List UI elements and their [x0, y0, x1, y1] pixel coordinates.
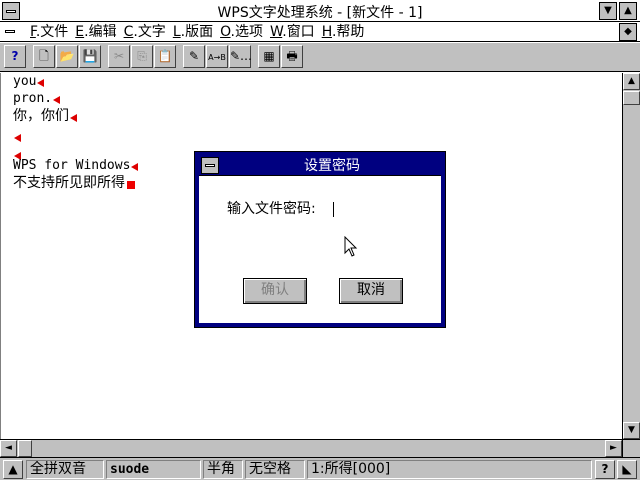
- set-password-dialog: 设置密码 输入文件密码: 确认 取消: [194, 151, 446, 328]
- menu-file[interactable]: F.文件: [30, 23, 75, 41]
- password-prompt-label: 输入文件密码:: [227, 201, 316, 217]
- cut-tool-icon: ✂: [113, 49, 125, 63]
- dialog-title-bar: 设置密码: [199, 156, 441, 176]
- menu-help[interactable]: H.帮助: [322, 23, 372, 41]
- paragraph-mark-icon: [131, 163, 139, 171]
- help-tool[interactable]: ?: [4, 45, 26, 68]
- password-input[interactable]: [331, 200, 411, 218]
- copy-tool[interactable]: ⎘: [131, 45, 153, 68]
- find-tool-icon: ✎: [188, 49, 200, 63]
- vertical-scroll-thumb[interactable]: [623, 91, 640, 105]
- new-file-tool-icon: 🗋: [39, 49, 49, 63]
- print-tool[interactable]: 🖶: [281, 45, 303, 68]
- scroll-down-button[interactable]: ▼: [623, 422, 640, 439]
- status-help-button[interactable]: ?: [595, 460, 615, 479]
- minimize-button[interactable]: ▼: [599, 2, 617, 20]
- menu-window[interactable]: W.窗口: [270, 23, 322, 41]
- save-file-tool[interactable]: 💾: [79, 45, 101, 68]
- menu-edit[interactable]: E.编辑: [75, 23, 123, 41]
- print-tool-icon: 🖶: [286, 49, 298, 63]
- find-tool[interactable]: ✎: [183, 45, 205, 68]
- text-caret: [333, 202, 334, 217]
- cut-tool[interactable]: ✂: [108, 45, 130, 68]
- maximize-button[interactable]: ▲: [619, 2, 637, 20]
- scrollbar-corner: [622, 439, 640, 457]
- mouse-pointer-icon: [344, 236, 358, 257]
- status-bar: ▲ 全拼双音 suode 半角 无空格 1:所得[000] ? ◣: [0, 457, 640, 480]
- calculator-tool[interactable]: ▦: [258, 45, 280, 68]
- find-next-tool[interactable]: ✎…: [229, 45, 253, 68]
- paragraph-mark-icon: [70, 114, 77, 122]
- save-file-tool-icon: 💾: [82, 49, 98, 63]
- scroll-left-button[interactable]: ◄: [0, 440, 17, 457]
- menu-bar: F.文件 E.编辑 C.文字 L.版面 O.选项 W.窗口 H.帮助 ◆: [0, 22, 640, 42]
- replace-tool[interactable]: A→B: [206, 45, 228, 68]
- space-mode-status[interactable]: 无空格: [245, 460, 305, 479]
- scroll-right-button[interactable]: ►: [605, 440, 622, 457]
- document-line: [13, 128, 21, 144]
- title-bar: WPS文字处理系统 - [新文件 - 1] ▼ ▲: [0, 0, 640, 22]
- open-file-tool[interactable]: 📂: [56, 45, 78, 68]
- paste-tool-icon: 📋: [157, 49, 173, 63]
- dialog-system-menu-icon[interactable]: [201, 157, 219, 174]
- copy-tool-icon: ⎘: [137, 49, 147, 63]
- window-title: WPS文字处理系统 - [新文件 - 1]: [217, 5, 423, 21]
- calculator-tool-icon: ▦: [263, 49, 275, 63]
- end-of-document-mark-icon: [127, 181, 135, 189]
- replace-tool-icon: A→B: [208, 53, 226, 62]
- document-line: pron.: [13, 91, 61, 107]
- horizontal-scroll-thumb[interactable]: [18, 440, 32, 457]
- candidate-status: 1:所得[000]: [307, 460, 592, 479]
- paragraph-mark-icon: [53, 96, 61, 104]
- paste-tool[interactable]: 📋: [154, 45, 176, 68]
- document-line: WPS for Windows: [13, 158, 139, 174]
- new-file-tool[interactable]: 🗋: [33, 45, 55, 68]
- menu-text[interactable]: C.文字: [124, 23, 173, 41]
- horizontal-scrollbar[interactable]: ◄ ►: [0, 439, 622, 457]
- menu-layout[interactable]: L.版面: [173, 23, 220, 41]
- paragraph-mark-icon: [37, 79, 45, 87]
- status-arrow-icon[interactable]: ◣: [617, 460, 637, 479]
- input-method-status[interactable]: 全拼双音: [26, 460, 104, 479]
- help-tool-icon: ?: [11, 49, 19, 63]
- document-system-menu-icon[interactable]: [2, 24, 18, 40]
- dialog-title: 设置密码: [304, 158, 360, 174]
- input-code-status: suode: [106, 460, 201, 479]
- vertical-scrollbar[interactable]: ▲ ▼: [622, 73, 640, 439]
- scroll-up-button[interactable]: ▲: [623, 73, 640, 90]
- paragraph-mark-icon: [14, 134, 21, 142]
- document-line: 不支持所见即所得: [13, 175, 135, 191]
- confirm-button[interactable]: 确认: [243, 278, 307, 304]
- cancel-button[interactable]: 取消: [339, 278, 403, 304]
- open-file-tool-icon: 📂: [59, 49, 75, 63]
- toolbar: ? 🗋 📂 💾 ✂ ⎘ 📋 ✎ A→B ✎… ▦ 🖶: [0, 43, 640, 72]
- input-method-menu-icon[interactable]: ▲: [3, 460, 23, 479]
- width-mode-status[interactable]: 半角: [203, 460, 243, 479]
- document-line: you: [13, 74, 45, 90]
- find-next-tool-icon: ✎…: [230, 49, 253, 63]
- document-line: 你，你们: [13, 108, 77, 124]
- menu-options[interactable]: O.选项: [220, 23, 270, 41]
- restore-document-button[interactable]: ◆: [619, 23, 637, 41]
